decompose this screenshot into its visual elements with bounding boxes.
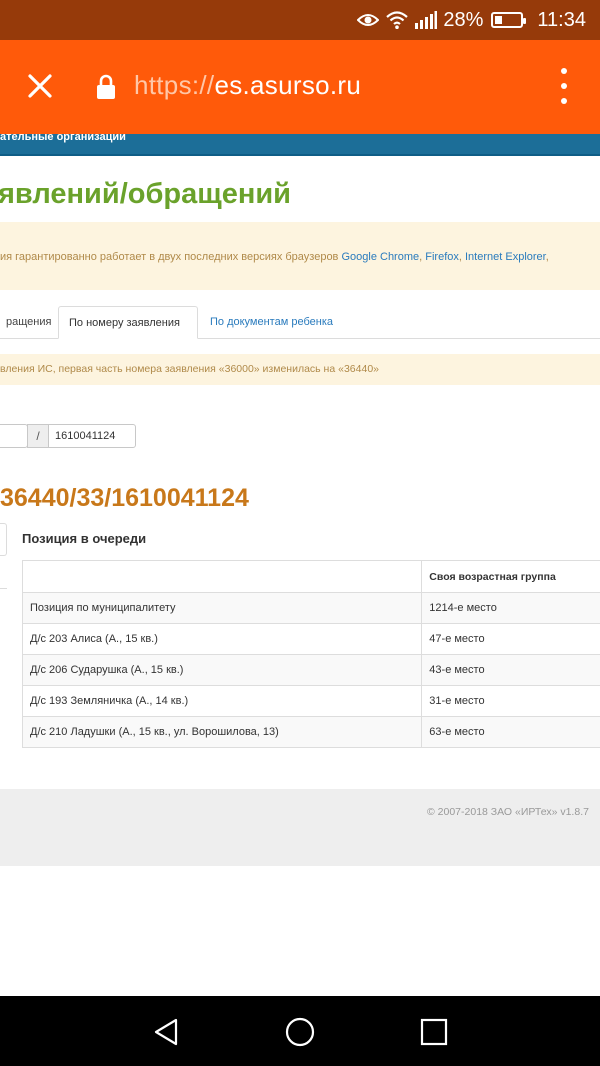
- tab-by-request[interactable]: ращения: [0, 306, 61, 339]
- close-icon[interactable]: [22, 68, 58, 104]
- side-panel-edge: [0, 523, 7, 556]
- table-cell-position: 47-е место: [421, 623, 600, 655]
- table-row: Д/с 206 Сударушка (А., 15 кв.) 43-е мест…: [21, 654, 600, 686]
- system-nav-bar: [0, 996, 600, 1066]
- queue-section-title: Позиция в очереди: [22, 531, 147, 546]
- application-number-heading: 36440/33/1610041124: [0, 484, 249, 512]
- table-cell-place: Д/с 210 Ладушки (А., 15 кв., ул. Ворошил…: [21, 716, 423, 748]
- number-separator: /: [27, 424, 49, 448]
- home-icon[interactable]: [284, 1016, 316, 1048]
- link-google-chrome[interactable]: Google Chrome: [341, 251, 419, 263]
- application-number-input[interactable]: 1610041124: [48, 424, 136, 448]
- battery-icon: [491, 12, 527, 28]
- notice-separator: ,: [545, 251, 549, 263]
- table-header-row: Своя возрастная группа: [21, 560, 600, 593]
- link-firefox[interactable]: Firefox: [425, 251, 459, 263]
- notice-text: ия гарантированно работает в двух послед…: [0, 251, 342, 263]
- number-change-warning: вления ИС, первая часть номера заявления…: [0, 354, 600, 385]
- wifi-icon: [385, 10, 409, 30]
- tab-by-application-number[interactable]: По номеру заявления: [58, 306, 198, 339]
- table-cell-position: 1214-е место: [421, 592, 600, 624]
- lock-icon[interactable]: [96, 74, 116, 105]
- queue-table: Своя возрастная группа Позиция по муници…: [21, 560, 600, 748]
- table-cell-place: Позиция по муниципалитету: [21, 592, 423, 624]
- clock: 11:34: [537, 8, 586, 31]
- more-vert-icon[interactable]: [552, 68, 576, 104]
- table-row: Д/с 203 Алиса (А., 15 кв.) 47-е место: [21, 623, 600, 655]
- table-row: Позиция по муниципалитету 1214-е место: [21, 592, 600, 624]
- url-scheme: https://: [134, 70, 215, 100]
- page-title: явлений/обращений: [0, 178, 292, 210]
- table-row: Д/с 193 Земляничка (А., 14 кв.) 31-е мес…: [21, 685, 600, 717]
- search-tabs: ращения По номеру заявления По документа…: [0, 306, 600, 339]
- table-cell-position: 43-е место: [421, 654, 600, 686]
- site-nav-item[interactable]: ательные организации: [0, 131, 126, 143]
- recents-icon[interactable]: [418, 1016, 450, 1048]
- tab-by-child-documents[interactable]: По документам ребенка: [200, 306, 343, 339]
- browser-toolbar: https://es.asurso.ru: [0, 40, 600, 134]
- battery-percent: 28%: [443, 8, 484, 31]
- table-header: Своя возрастная группа: [421, 560, 600, 593]
- link-internet-explorer[interactable]: Internet Explorer: [465, 251, 546, 263]
- page-footer: © 2007-2018 ЗАО «ИРТех» v1.8.7: [0, 789, 600, 866]
- table-row: Д/с 210 Ладушки (А., 15 кв., ул. Ворошил…: [21, 716, 600, 748]
- table-cell-place: Д/с 203 Алиса (А., 15 кв.): [21, 623, 423, 655]
- site-nav: ательные организации: [0, 131, 600, 156]
- back-icon[interactable]: [151, 1016, 183, 1048]
- table-header: [21, 560, 423, 593]
- eye-icon: [357, 12, 380, 28]
- table-cell-position: 31-е место: [421, 685, 600, 717]
- application-prefix-input[interactable]: [0, 424, 28, 448]
- address-bar[interactable]: https://es.asurso.ru: [134, 70, 361, 101]
- table-cell-place: Д/с 193 Земляничка (А., 14 кв.): [21, 685, 423, 717]
- status-bar: 28% 11:34: [0, 0, 600, 40]
- status-icons: 28% 11:34: [357, 0, 586, 40]
- table-cell-position: 63-е место: [421, 716, 600, 748]
- table-cell-place: Д/с 206 Сударушка (А., 15 кв.): [21, 654, 423, 686]
- battery-level: [495, 16, 503, 24]
- url-host: es.asurso.ru: [214, 70, 362, 100]
- browser-support-notice: ия гарантированно работает в двух послед…: [0, 222, 600, 290]
- copyright: © 2007-2018 ЗАО «ИРТех» v1.8.7: [427, 806, 589, 818]
- signal-icon: [415, 11, 438, 29]
- side-panel-divider: [0, 588, 7, 591]
